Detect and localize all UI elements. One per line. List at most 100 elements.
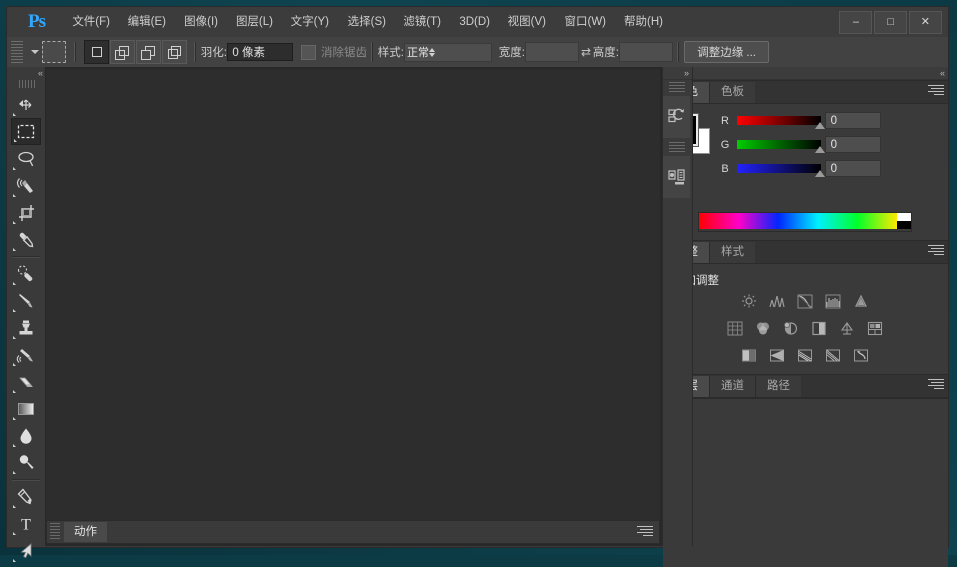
eraser-tool[interactable] bbox=[11, 368, 41, 395]
blur-tool[interactable] bbox=[11, 422, 41, 449]
black-white-icon[interactable] bbox=[782, 319, 802, 337]
dock-collapse-bar[interactable]: « bbox=[663, 67, 948, 80]
quick-selection-tool[interactable] bbox=[11, 172, 41, 199]
channel-mixer-icon[interactable] bbox=[838, 319, 858, 337]
crop-tool[interactable] bbox=[11, 199, 41, 226]
brightness-contrast-icon[interactable] bbox=[740, 292, 760, 310]
chevron-double-icon: « bbox=[939, 68, 944, 78]
close-button[interactable]: ✕ bbox=[909, 11, 942, 34]
blue-slider[interactable] bbox=[737, 164, 825, 177]
selective-color-icon[interactable] bbox=[852, 346, 872, 364]
icon-dock-collapse-bar[interactable]: » bbox=[662, 67, 692, 80]
hue-saturation-icon[interactable] bbox=[726, 319, 746, 337]
menu-view[interactable]: 视图(V) bbox=[499, 7, 555, 37]
gradient-tool[interactable] bbox=[11, 395, 41, 422]
feather-input[interactable]: 0 像素 bbox=[227, 43, 294, 61]
menu-help[interactable]: 帮助(H) bbox=[615, 7, 672, 37]
menu-type[interactable]: 文字(Y) bbox=[282, 7, 338, 37]
blue-value-input[interactable]: 0 bbox=[825, 160, 881, 177]
levels-icon[interactable] bbox=[768, 292, 788, 310]
menu-image[interactable]: 图像(I) bbox=[175, 7, 227, 37]
color-balance-icon[interactable] bbox=[754, 319, 774, 337]
svg-text:T: T bbox=[21, 516, 31, 533]
tool-submenu-indicator bbox=[13, 363, 16, 366]
menu-filter[interactable]: 滤镜(T) bbox=[395, 7, 451, 37]
threshold-icon[interactable] bbox=[796, 346, 816, 364]
width-input[interactable] bbox=[524, 42, 579, 62]
move-tool[interactable] bbox=[11, 91, 41, 118]
properties-panel-icon[interactable] bbox=[661, 155, 691, 199]
gradient-map-icon[interactable] bbox=[824, 346, 844, 364]
invert-icon[interactable] bbox=[740, 346, 760, 364]
slider-thumb[interactable] bbox=[815, 146, 825, 153]
tool-preset-picker[interactable] bbox=[27, 41, 70, 63]
red-slider[interactable] bbox=[737, 116, 825, 129]
slider-thumb[interactable] bbox=[815, 122, 825, 129]
menu-window[interactable]: 窗口(W) bbox=[555, 7, 615, 37]
panel-menu-icon[interactable] bbox=[928, 379, 944, 392]
canvas-area[interactable]: 动作 bbox=[43, 67, 663, 546]
panel-menu-icon[interactable] bbox=[928, 85, 944, 98]
posterize-icon[interactable] bbox=[768, 346, 788, 364]
panel-menu-icon[interactable] bbox=[637, 525, 653, 539]
photo-filter-icon[interactable] bbox=[810, 319, 830, 337]
document-canvas[interactable] bbox=[46, 69, 660, 520]
brush-tool[interactable] bbox=[11, 287, 41, 314]
spot-healing-brush-tool[interactable] bbox=[11, 260, 41, 287]
history-brush-tool[interactable] bbox=[11, 341, 41, 368]
actions-panel-grip[interactable] bbox=[50, 523, 60, 541]
horizontal-type-tool[interactable]: T bbox=[11, 510, 41, 537]
height-input[interactable] bbox=[618, 42, 673, 62]
exposure-icon[interactable] bbox=[824, 292, 844, 310]
intersect-selection-button[interactable] bbox=[162, 40, 187, 64]
menu-layer[interactable]: 图层(L) bbox=[227, 7, 282, 37]
green-slider[interactable] bbox=[737, 140, 825, 153]
icon-dock-grip[interactable] bbox=[669, 142, 685, 152]
tab-paths[interactable]: 路径 bbox=[755, 376, 801, 397]
tab-styles[interactable]: 样式 bbox=[709, 242, 755, 263]
history-panel-icon[interactable] bbox=[661, 95, 691, 139]
menu-3d[interactable]: 3D(D) bbox=[450, 7, 499, 37]
tool-submenu-indicator bbox=[13, 532, 16, 535]
refine-edge-button[interactable]: 调整边缘 ... bbox=[683, 41, 769, 63]
toolbox-collapse-bar[interactable]: « bbox=[7, 67, 45, 79]
tab-channels[interactable]: 通道 bbox=[709, 376, 755, 397]
minimize-button[interactable]: – bbox=[839, 11, 872, 34]
red-value-input[interactable]: 0 bbox=[825, 112, 881, 129]
rectangular-marquee-tool[interactable] bbox=[11, 118, 41, 145]
lasso-tool[interactable] bbox=[11, 145, 41, 172]
dodge-tool[interactable] bbox=[11, 449, 41, 476]
tab-actions[interactable]: 动作 bbox=[64, 522, 107, 542]
clone-stamp-tool[interactable] bbox=[11, 314, 41, 341]
toolbox-grip[interactable] bbox=[17, 80, 35, 88]
pen-tool[interactable] bbox=[11, 483, 41, 510]
slider-thumb[interactable] bbox=[815, 170, 825, 177]
adjustments-panel-tabs: 调整 样式 bbox=[663, 241, 948, 264]
panel-dock: « 颜色 色板 bbox=[663, 67, 948, 567]
antialias-checkbox[interactable] bbox=[301, 44, 317, 60]
green-value-input[interactable]: 0 bbox=[825, 136, 881, 153]
subtract-from-selection-button[interactable] bbox=[136, 40, 161, 64]
layers-list[interactable] bbox=[663, 398, 948, 567]
color-lookup-icon[interactable] bbox=[866, 319, 886, 337]
adjustment-row-3 bbox=[740, 346, 872, 364]
maximize-button[interactable]: □ bbox=[874, 11, 907, 34]
curves-icon[interactable] bbox=[796, 292, 816, 310]
style-select[interactable]: 正常 bbox=[404, 42, 493, 62]
tab-swatches[interactable]: 色板 bbox=[709, 82, 755, 103]
panel-menu-icon[interactable] bbox=[928, 245, 944, 258]
options-bar: 羽化: 0 像素 消除锯齿 样式: 正常 宽度: ⇄ 高度: 调整边缘 ... bbox=[7, 37, 948, 68]
menu-select[interactable]: 选择(S) bbox=[338, 7, 394, 37]
add-to-selection-button[interactable] bbox=[110, 40, 135, 64]
vibrance-icon[interactable] bbox=[852, 292, 872, 310]
path-selection-tool[interactable] bbox=[11, 537, 41, 564]
icon-dock-grip[interactable] bbox=[669, 82, 685, 92]
new-selection-button[interactable] bbox=[84, 40, 109, 64]
adjustment-row-2 bbox=[726, 319, 886, 337]
menu-file[interactable]: 文件(F) bbox=[63, 7, 119, 37]
menu-edit[interactable]: 编辑(E) bbox=[119, 7, 175, 37]
color-spectrum-ramp[interactable] bbox=[698, 212, 912, 232]
link-width-height-icon[interactable]: ⇄ bbox=[579, 45, 593, 59]
eyedropper-tool[interactable] bbox=[11, 226, 41, 253]
options-bar-grip[interactable] bbox=[11, 41, 23, 63]
